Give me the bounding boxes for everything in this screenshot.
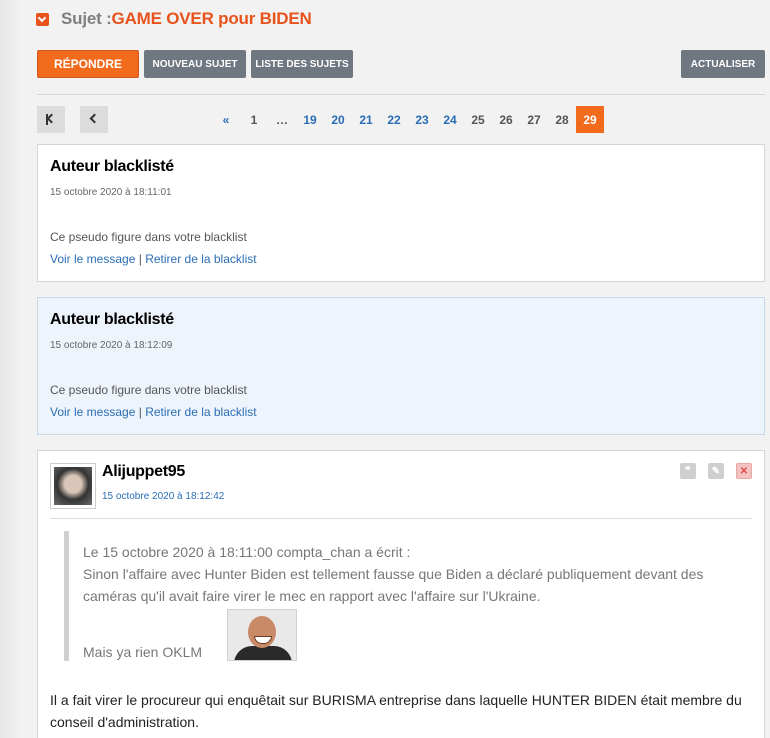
blacklist-note: Ce pseudo figure dans votre blacklist bbox=[50, 383, 247, 397]
topic-prefix: Sujet : bbox=[61, 9, 112, 28]
quote-text: Mais ya rien OKLM bbox=[83, 644, 203, 660]
link-separator: | bbox=[135, 405, 146, 419]
view-message-link[interactable]: Voir le message bbox=[50, 252, 135, 266]
blacklisted-post: Auteur blacklisté 15 octobre 2020 à 18:1… bbox=[37, 297, 765, 435]
previous-page-icon bbox=[89, 113, 100, 124]
collapse-icon[interactable] bbox=[36, 12, 49, 26]
topic-list-button[interactable]: LISTE DES SUJETS bbox=[251, 50, 353, 78]
quote-text: caméras qu'il avait faire virer le mec e… bbox=[83, 588, 541, 604]
forum-post: Alijuppet95 15 octobre 2020 à 18:12:42 ❞… bbox=[37, 450, 765, 738]
quote-header: Le 15 octobre 2020 à 18:11:00 compta_cha… bbox=[83, 544, 411, 560]
topic-title: GAME OVER pour BIDEN bbox=[111, 9, 312, 28]
new-topic-button[interactable]: NOUVEAU SUJET bbox=[144, 50, 246, 78]
post-author: Auteur blacklisté bbox=[50, 311, 174, 328]
toolbar-divider bbox=[37, 94, 765, 95]
pagination: «1 … 19 20 21 22 23 24 25 26 27 28 29 bbox=[212, 106, 604, 133]
blacklisted-post: Auteur blacklisté 15 octobre 2020 à 18:1… bbox=[37, 144, 765, 282]
page-link[interactable]: 26 bbox=[492, 106, 520, 133]
page-ellipsis: … bbox=[276, 112, 288, 127]
first-page-button[interactable] bbox=[37, 106, 65, 133]
post-author: Auteur blacklisté bbox=[50, 158, 174, 175]
page-link[interactable]: 22 bbox=[380, 106, 408, 133]
page-link[interactable]: 1 bbox=[240, 106, 268, 133]
post-date: 15 octobre 2020 à 18:11:01 bbox=[50, 187, 172, 198]
left-edge-shade bbox=[0, 0, 22, 738]
quote-block: Le 15 octobre 2020 à 18:11:00 compta_cha… bbox=[64, 531, 736, 661]
sticker-image bbox=[227, 609, 297, 661]
page-first-link[interactable]: « bbox=[212, 106, 240, 133]
edit-icon[interactable]: ✎ bbox=[708, 463, 724, 479]
page-link[interactable]: 27 bbox=[520, 106, 548, 133]
page-link[interactable]: 28 bbox=[548, 106, 576, 133]
delete-icon[interactable]: ✕ bbox=[736, 463, 752, 479]
quote-icon[interactable]: ❞ bbox=[680, 463, 696, 479]
post-permalink-date[interactable]: 15 octobre 2020 à 18:12:42 bbox=[102, 491, 224, 502]
page-link[interactable]: 20 bbox=[324, 106, 352, 133]
remove-from-blacklist-link[interactable]: Retirer de la blacklist bbox=[145, 405, 256, 419]
quote-text: Sinon l'affaire avec Hunter Biden est te… bbox=[83, 566, 704, 582]
page-link[interactable]: 21 bbox=[352, 106, 380, 133]
view-message-link[interactable]: Voir le message bbox=[50, 405, 135, 419]
page-link[interactable]: 23 bbox=[408, 106, 436, 133]
page-link[interactable]: 24 bbox=[436, 106, 464, 133]
post-body-line: Il a fait virer le procureur qui enquêta… bbox=[50, 692, 742, 708]
page-link[interactable]: 25 bbox=[464, 106, 492, 133]
page-link: 29 bbox=[576, 106, 604, 133]
remove-from-blacklist-link[interactable]: Retirer de la blacklist bbox=[145, 252, 256, 266]
page-link[interactable]: 19 bbox=[296, 106, 324, 133]
post-body-line: conseil d'administration. bbox=[50, 714, 199, 730]
previous-page-button[interactable] bbox=[80, 106, 108, 133]
topic-header: Sujet : GAME OVER pour BIDEN bbox=[36, 8, 312, 30]
reply-button[interactable]: RÉPONDRE bbox=[37, 50, 139, 78]
post-separator bbox=[50, 518, 752, 519]
post-author[interactable]: Alijuppet95 bbox=[102, 463, 185, 481]
blacklist-links: Voir le message | Retirer de la blacklis… bbox=[50, 405, 257, 419]
link-separator: | bbox=[135, 252, 146, 266]
blacklist-note: Ce pseudo figure dans votre blacklist bbox=[50, 230, 247, 244]
refresh-button[interactable]: ACTUALISER bbox=[681, 50, 765, 78]
blacklist-links: Voir le message | Retirer de la blacklis… bbox=[50, 252, 257, 266]
avatar[interactable] bbox=[50, 463, 96, 509]
post-date: 15 octobre 2020 à 18:12:09 bbox=[50, 340, 173, 351]
